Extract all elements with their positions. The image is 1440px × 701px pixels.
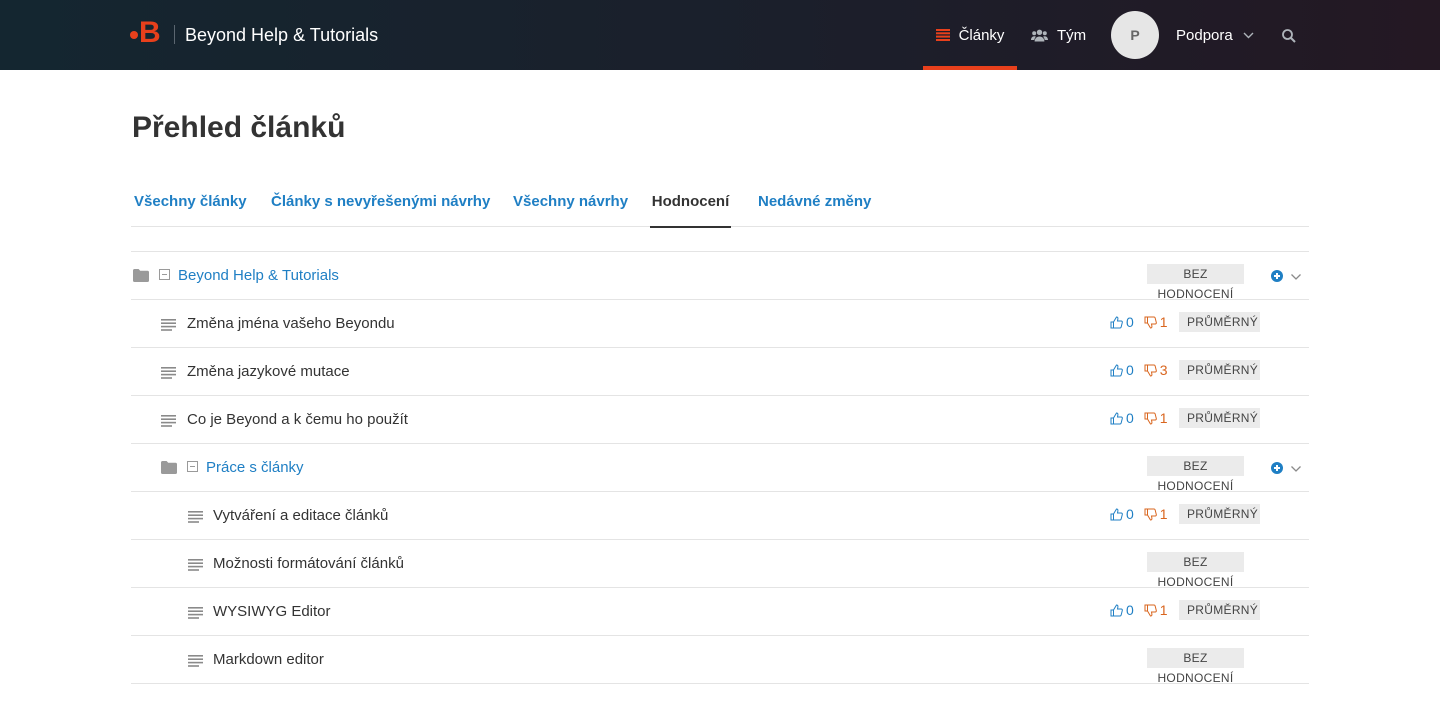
downvotes: 1	[1144, 505, 1168, 523]
rating-badge: PRŮMĚRNÝ	[1179, 600, 1260, 620]
tab-recent-changes[interactable]: Nedávné změny	[758, 180, 871, 226]
beyond-logo[interactable]: B	[130, 16, 164, 50]
downvotes: 1	[1144, 601, 1168, 619]
downvotes: 3	[1144, 361, 1168, 379]
document-lines-icon	[188, 558, 203, 571]
ratings-list: Beyond Help & Tutorials BEZ HODNOCENÍ Zm…	[131, 251, 1309, 685]
tab-ratings[interactable]: Hodnocení	[650, 180, 731, 228]
chevron-down-icon[interactable]	[1290, 462, 1302, 474]
downvote-count: 1	[1159, 506, 1168, 522]
upvote-count: 0	[1126, 506, 1134, 522]
page-title: Přehled článků	[132, 111, 346, 144]
upvote-count: 0	[1126, 602, 1134, 618]
document-lines-icon	[161, 414, 176, 427]
article-row: Změna jména vašeho Beyondu 0 1 PRŮMĚRNÝ	[131, 300, 1309, 348]
article-row: Možnosti formátování článků BEZ HODNOCEN…	[131, 540, 1309, 589]
rating-badge: PRŮMĚRNÝ	[1179, 408, 1260, 428]
chevron-down-icon	[1243, 32, 1254, 39]
rating-badge: PRŮMĚRNÝ	[1179, 312, 1260, 332]
nav-articles[interactable]: Články	[923, 0, 1017, 70]
collapse-toggle-icon[interactable]	[187, 461, 198, 472]
vote-counts: 0 1	[1110, 409, 1168, 427]
add-circle-icon[interactable]	[1271, 462, 1283, 474]
article-row: Změna jazykové mutace 0 3 PRŮMĚRNÝ	[131, 348, 1309, 396]
vote-counts: 0 1	[1110, 505, 1168, 523]
top-navigation-bar: B Beyond Help & Tutorials Články Tým P P…	[0, 0, 1440, 70]
avatar[interactable]: P	[1111, 11, 1159, 59]
article-title[interactable]: Možnosti formátování článků	[213, 554, 404, 573]
rating-badge: BEZ HODNOCENÍ	[1147, 552, 1244, 589]
article-row: WYSIWYG Editor 0 1 PRŮMĚRNÝ	[131, 588, 1309, 636]
document-lines-icon	[188, 606, 203, 619]
vote-counts: 0 1	[1110, 601, 1168, 619]
upvotes: 0	[1110, 409, 1134, 427]
document-lines-icon	[161, 318, 176, 331]
vote-counts: 0 1	[1110, 313, 1168, 331]
upvotes: 0	[1110, 505, 1134, 523]
account-menu[interactable]: Podpora	[1176, 0, 1254, 70]
upvotes: 0	[1110, 313, 1134, 331]
upvotes: 0	[1110, 361, 1134, 379]
article-title[interactable]: WYSIWYG Editor	[213, 602, 331, 621]
folder-icon	[133, 269, 149, 282]
rating-badge: BEZ HODNOCENÍ	[1147, 648, 1244, 685]
rating-badge: BEZ HODNOCENÍ	[1147, 456, 1244, 493]
logo-dot	[130, 31, 138, 39]
article-title[interactable]: Změna jazykové mutace	[187, 362, 350, 381]
brand-title[interactable]: Beyond Help & Tutorials	[185, 23, 378, 47]
document-lines-icon	[161, 366, 176, 379]
article-row: Markdown editor BEZ HODNOCENÍ	[131, 636, 1309, 685]
downvotes: 1	[1144, 409, 1168, 427]
downvote-count: 1	[1159, 314, 1168, 330]
folder-icon	[161, 461, 177, 474]
category-title[interactable]: Práce s články	[206, 458, 304, 477]
article-title[interactable]: Co je Beyond a k čemu ho použít	[187, 410, 408, 429]
article-title[interactable]: Vytváření a editace článků	[213, 506, 388, 525]
logo-letter: B	[139, 16, 161, 49]
upvote-count: 0	[1126, 410, 1134, 426]
article-row: Vytváření a editace článků 0 1 PRŮMĚRNÝ	[131, 492, 1309, 540]
search-icon[interactable]	[1281, 28, 1297, 44]
upvote-count: 0	[1126, 362, 1134, 378]
document-lines-icon	[188, 654, 203, 667]
account-menu-label: Podpora	[1176, 26, 1233, 44]
category-row: Práce s články BEZ HODNOCENÍ	[131, 444, 1309, 493]
collapse-toggle-icon[interactable]	[159, 269, 170, 280]
downvote-count: 3	[1159, 362, 1168, 378]
document-lines-icon	[188, 510, 203, 523]
article-title[interactable]: Změna jména vašeho Beyondu	[187, 314, 395, 333]
rating-badge: BEZ HODNOCENÍ	[1147, 264, 1244, 301]
vote-counts: 0 3	[1110, 361, 1168, 379]
downvotes: 1	[1144, 313, 1168, 331]
rating-badge: PRŮMĚRNÝ	[1179, 360, 1260, 380]
users-icon	[1031, 29, 1048, 42]
article-title[interactable]: Markdown editor	[213, 650, 324, 669]
brand-separator	[174, 25, 175, 44]
chevron-down-icon[interactable]	[1290, 270, 1302, 282]
downvote-count: 1	[1159, 410, 1168, 426]
downvote-count: 1	[1159, 602, 1168, 618]
upvote-count: 0	[1126, 314, 1134, 330]
rating-badge: PRŮMĚRNÝ	[1179, 504, 1260, 524]
tab-all-suggestions[interactable]: Všechny návrhy	[513, 180, 628, 226]
nav-team-label: Tým	[1057, 26, 1087, 44]
tab-bar: Všechny články Články s nevyřešenými náv…	[131, 180, 1309, 228]
upvotes: 0	[1110, 601, 1134, 619]
tab-articles-with-open-suggestions[interactable]: Články s nevyřešenými návrhy	[271, 180, 490, 226]
nav-articles-label: Články	[958, 26, 1005, 44]
article-row: Co je Beyond a k čemu ho použít 0 1 PRŮM…	[131, 396, 1309, 444]
nav-active-indicator	[923, 66, 1017, 70]
nav-team[interactable]: Tým	[1031, 0, 1086, 70]
add-circle-icon[interactable]	[1271, 270, 1283, 282]
category-row: Beyond Help & Tutorials BEZ HODNOCENÍ	[131, 252, 1309, 301]
category-title[interactable]: Beyond Help & Tutorials	[178, 266, 339, 285]
tab-all-articles[interactable]: Všechny články	[134, 180, 247, 226]
list-icon	[935, 29, 950, 41]
